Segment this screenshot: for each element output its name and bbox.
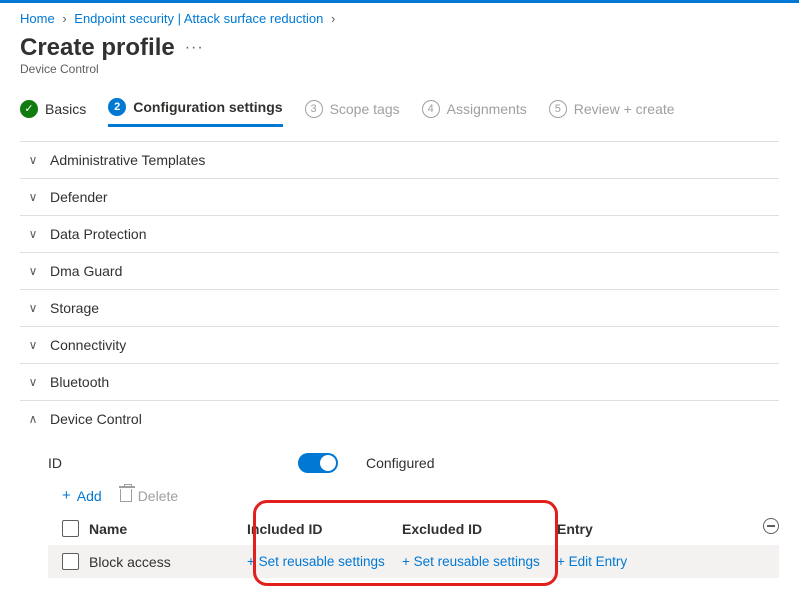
- chevron-down-icon: ∨: [26, 375, 40, 389]
- tab-scope-tags[interactable]: 3 Scope tags: [305, 100, 400, 126]
- tab-label: Scope tags: [330, 101, 400, 117]
- tab-assignments[interactable]: 4 Assignments: [422, 100, 527, 126]
- row-checkbox[interactable]: [62, 553, 79, 570]
- breadcrumb: Home › Endpoint security | Attack surfac…: [20, 11, 779, 26]
- section-defender[interactable]: ∨ Defender: [20, 178, 779, 215]
- tab-configuration-settings[interactable]: 2 Configuration settings: [108, 98, 282, 127]
- section-storage[interactable]: ∨ Storage: [20, 289, 779, 326]
- column-entry: Entry: [557, 521, 677, 537]
- section-administrative-templates[interactable]: ∨ Administrative Templates: [20, 141, 779, 178]
- select-all-checkbox[interactable]: [62, 520, 79, 537]
- tab-label: Basics: [45, 101, 86, 117]
- remove-row-button[interactable]: [763, 518, 779, 534]
- toggle-label: Configured: [366, 455, 435, 471]
- chevron-right-icon: ›: [331, 11, 335, 26]
- chevron-down-icon: ∨: [26, 264, 40, 278]
- section-label: Device Control: [50, 411, 142, 427]
- delete-label: Delete: [138, 488, 178, 504]
- section-connectivity[interactable]: ∨ Connectivity: [20, 326, 779, 363]
- step-number-icon: 4: [422, 100, 440, 118]
- tab-label: Configuration settings: [133, 99, 282, 115]
- page-subtitle: Device Control: [20, 62, 779, 76]
- page-title: Create profile: [20, 34, 175, 62]
- more-actions-button[interactable]: ···: [185, 39, 204, 57]
- tab-label: Review + create: [574, 101, 675, 117]
- id-label: ID: [48, 455, 278, 471]
- column-excluded-id: Excluded ID: [402, 521, 557, 537]
- check-icon: [20, 100, 38, 118]
- tab-basics[interactable]: Basics: [20, 100, 86, 126]
- section-label: Storage: [50, 300, 99, 316]
- chevron-down-icon: ∨: [26, 227, 40, 241]
- section-data-protection[interactable]: ∨ Data Protection: [20, 215, 779, 252]
- tab-label: Assignments: [447, 101, 527, 117]
- chevron-down-icon: ∨: [26, 190, 40, 204]
- configured-toggle[interactable]: [298, 453, 338, 473]
- set-reusable-settings-excluded[interactable]: + Set reusable settings: [402, 554, 557, 569]
- column-name: Name: [89, 521, 127, 537]
- section-label: Bluetooth: [50, 374, 109, 390]
- section-label: Dma Guard: [50, 263, 122, 279]
- chevron-right-icon: ›: [62, 11, 66, 26]
- row-name: Block access: [89, 554, 171, 570]
- trash-icon: [120, 489, 132, 502]
- edit-entry-link[interactable]: + Edit Entry: [557, 554, 677, 569]
- chevron-down-icon: ∨: [26, 338, 40, 352]
- chevron-up-icon: ∧: [26, 412, 40, 426]
- plus-icon: +: [62, 487, 71, 504]
- chevron-down-icon: ∨: [26, 153, 40, 167]
- section-label: Administrative Templates: [50, 152, 205, 168]
- step-number-icon: 3: [305, 100, 323, 118]
- id-table: Name Included ID Excluded ID Entry Block…: [48, 512, 779, 578]
- table-row: Block access + Set reusable settings + S…: [48, 545, 779, 578]
- set-reusable-settings-included[interactable]: + Set reusable settings: [247, 554, 402, 569]
- breadcrumb-home[interactable]: Home: [20, 11, 55, 26]
- section-bluetooth[interactable]: ∨ Bluetooth: [20, 363, 779, 400]
- table-header-row: Name Included ID Excluded ID Entry: [48, 512, 779, 545]
- delete-button[interactable]: Delete: [120, 488, 178, 504]
- section-dma-guard[interactable]: ∨ Dma Guard: [20, 252, 779, 289]
- chevron-down-icon: ∨: [26, 301, 40, 315]
- tab-review-create[interactable]: 5 Review + create: [549, 100, 675, 126]
- section-device-control[interactable]: ∧ Device Control: [20, 400, 779, 437]
- column-included-id: Included ID: [247, 521, 402, 537]
- step-number-icon: 2: [108, 98, 126, 116]
- add-label: Add: [77, 488, 102, 504]
- add-button[interactable]: + Add: [62, 487, 102, 504]
- section-label: Connectivity: [50, 337, 126, 353]
- section-label: Data Protection: [50, 226, 147, 242]
- breadcrumb-endpoint-security[interactable]: Endpoint security | Attack surface reduc…: [74, 11, 323, 26]
- step-number-icon: 5: [549, 100, 567, 118]
- section-label: Defender: [50, 189, 108, 205]
- wizard-tabs: Basics 2 Configuration settings 3 Scope …: [20, 98, 779, 127]
